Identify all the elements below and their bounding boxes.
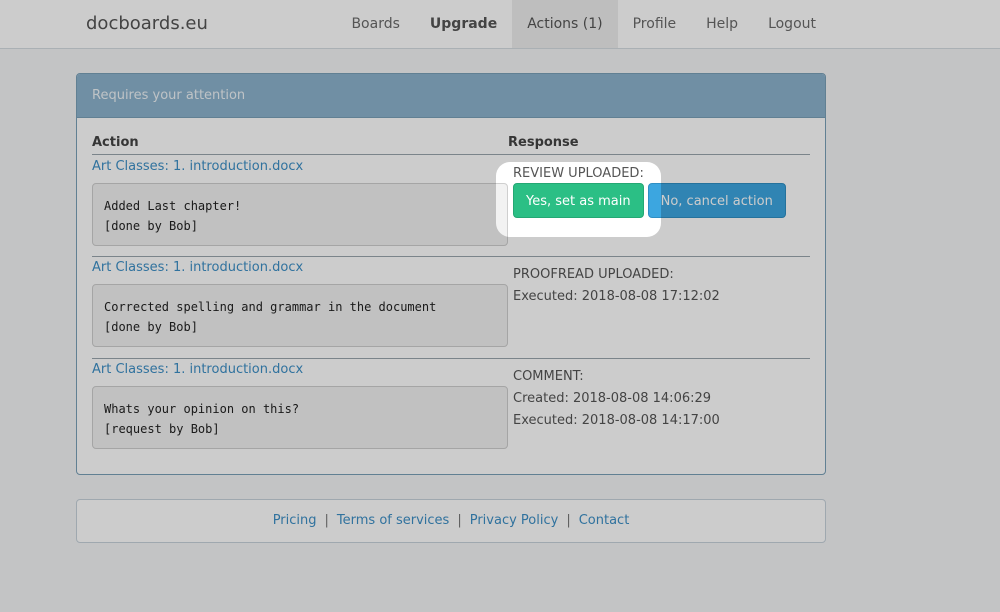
response-type: PROOFREAD UPLOADED: <box>513 267 674 282</box>
action-row: Art Classes: 1. introduction.docx Correc… <box>92 256 810 358</box>
action-message: Added Last chapter! [done by Bob] <box>92 183 508 246</box>
document-link[interactable]: Art Classes: 1. introduction.docx <box>92 260 303 275</box>
response-type: COMMENT: <box>513 369 584 384</box>
action-message: Corrected spelling and grammar in the do… <box>92 284 508 347</box>
nav-menu: Boards Upgrade Actions (1) Profile Help … <box>336 0 1000 48</box>
executed-timestamp: Executed: 2018-08-08 14:17:00 <box>513 413 720 428</box>
nav-item-profile[interactable]: Profile <box>618 0 692 48</box>
action-message: Whats your opinion on this? [request by … <box>92 386 508 449</box>
document-link[interactable]: Art Classes: 1. introduction.docx <box>92 159 303 174</box>
column-header-response: Response <box>508 135 579 150</box>
nav-item-logout[interactable]: Logout <box>753 0 831 48</box>
message-text: Whats your opinion on this? <box>104 402 300 416</box>
footer-link-terms[interactable]: Terms of services <box>337 513 449 528</box>
message-author: [done by Bob] <box>104 219 198 233</box>
action-row: Art Classes: 1. introduction.docx Added … <box>92 156 810 258</box>
brand-logo[interactable]: docboards.eu <box>86 13 208 34</box>
table-header: Action Response <box>92 135 810 155</box>
panel-title: Requires your attention <box>77 74 825 118</box>
response-buttons: Yes, set as main No, cancel action <box>513 183 786 218</box>
footer-link-privacy[interactable]: Privacy Policy <box>470 513 559 528</box>
attention-panel: Requires your attention Action Response … <box>76 73 826 475</box>
nav-item-actions[interactable]: Actions (1) <box>512 0 618 48</box>
document-link[interactable]: Art Classes: 1. introduction.docx <box>92 362 303 377</box>
response-type: REVIEW UPLOADED: <box>513 166 644 181</box>
response-info: COMMENT: Created: 2018-08-08 14:06:29 Ex… <box>513 366 720 432</box>
nav-item-upgrade[interactable]: Upgrade <box>415 0 512 48</box>
message-text: Corrected spelling and grammar in the do… <box>104 300 437 314</box>
footer-separator: | <box>566 513 571 528</box>
top-navbar: docboards.eu Boards Upgrade Actions (1) … <box>0 0 1000 49</box>
footer-link-pricing[interactable]: Pricing <box>273 513 317 528</box>
nav-item-help[interactable]: Help <box>691 0 753 48</box>
message-text: Added Last chapter! <box>104 199 242 213</box>
footer-separator: | <box>457 513 462 528</box>
executed-timestamp: Executed: 2018-08-08 17:12:02 <box>513 289 720 304</box>
nav-item-boards[interactable]: Boards <box>336 0 414 48</box>
footer: Pricing | Terms of services | Privacy Policy… <box>76 499 826 543</box>
response-info: PROOFREAD UPLOADED: Executed: 2018-08-08… <box>513 264 720 308</box>
footer-link-contact[interactable]: Contact <box>579 513 630 528</box>
response-info: REVIEW UPLOADED: <box>513 163 644 185</box>
message-author: [request by Bob] <box>104 422 220 436</box>
action-row: Art Classes: 1. introduction.docx Whats … <box>92 358 810 460</box>
cancel-action-button[interactable]: No, cancel action <box>647 183 786 218</box>
created-timestamp: Created: 2018-08-08 14:06:29 <box>513 391 712 406</box>
message-author: [done by Bob] <box>104 320 198 334</box>
column-header-action: Action <box>92 135 139 150</box>
set-as-main-button[interactable]: Yes, set as main <box>513 183 644 218</box>
footer-separator: | <box>324 513 329 528</box>
